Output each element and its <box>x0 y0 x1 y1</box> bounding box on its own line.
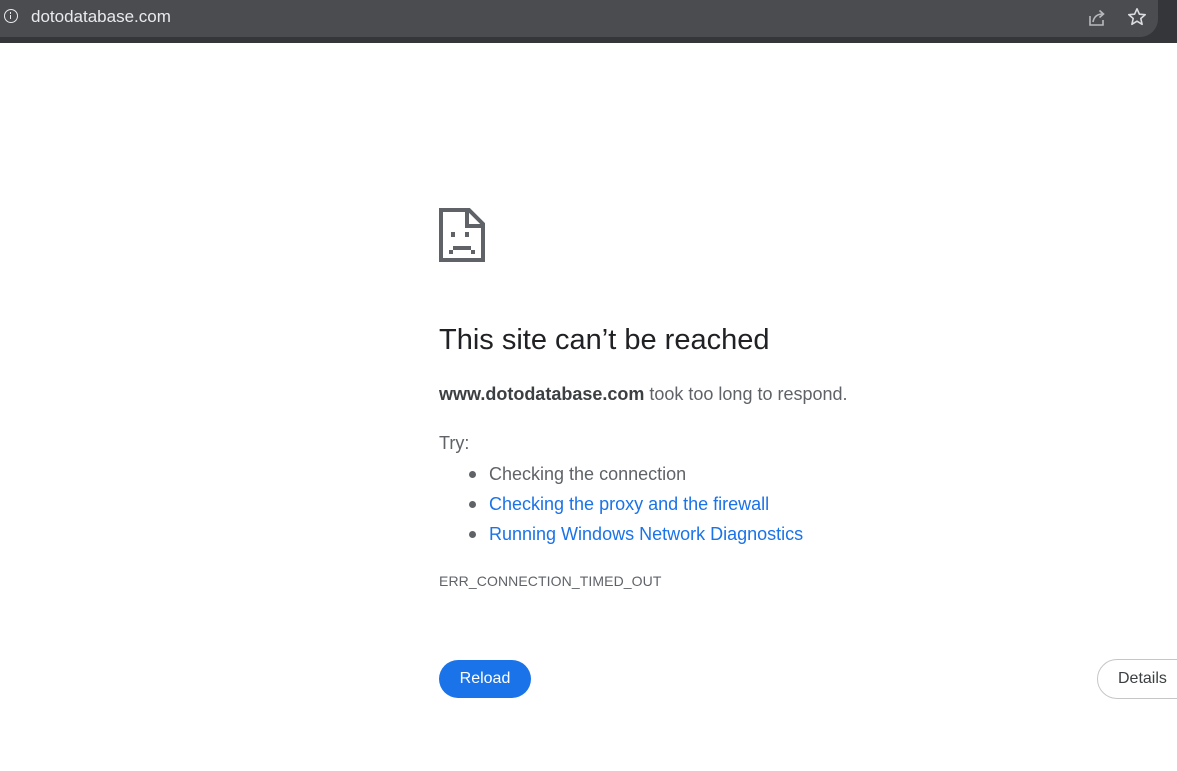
error-title: This site can’t be reached <box>439 324 770 356</box>
url-text[interactable]: dotodatabase.com <box>31 7 171 27</box>
error-code: ERR_CONNECTION_TIMED_OUT <box>439 573 662 589</box>
error-message-suffix: took too long to respond. <box>644 384 848 404</box>
proxy-firewall-link[interactable]: Checking the proxy and the firewall <box>489 494 769 514</box>
browser-toolbar: dotodatabase.com <box>0 0 1177 43</box>
suggestion-check-connection: Checking the connection <box>468 459 803 489</box>
suggestion-network-diagnostics[interactable]: Running Windows Network Diagnostics <box>468 519 803 549</box>
share-icon[interactable] <box>1086 7 1108 29</box>
host-name: www.dotodatabase.com <box>439 384 645 404</box>
network-diagnostics-link[interactable]: Running Windows Network Diagnostics <box>489 524 803 544</box>
star-icon[interactable] <box>1126 6 1148 28</box>
suggestion-check-proxy-firewall[interactable]: Checking the proxy and the firewall <box>468 489 803 519</box>
suggestions-list: Checking the connection Checking the pro… <box>439 459 803 549</box>
address-bar[interactable]: dotodatabase.com <box>0 0 1158 37</box>
info-circle-icon[interactable] <box>4 9 18 23</box>
details-button[interactable]: Details <box>1097 659 1177 699</box>
try-label: Try: <box>439 433 470 453</box>
sad-page-icon <box>439 208 485 262</box>
error-message: www.dotodatabase.com took too long to re… <box>439 382 848 406</box>
reload-button[interactable]: Reload <box>439 660 531 698</box>
